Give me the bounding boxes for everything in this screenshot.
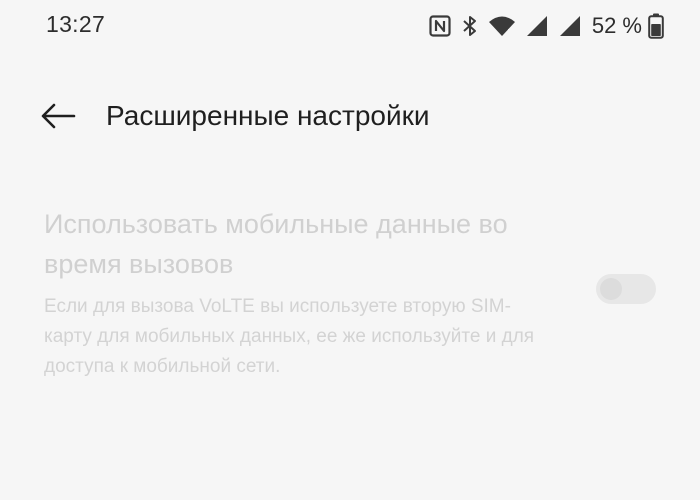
setting-description: Если для вызова VoLTE вы используете вто…: [44, 296, 535, 377]
nfc-icon: [428, 14, 452, 38]
toggle-knob: [600, 278, 622, 300]
battery-icon: [648, 13, 664, 39]
wifi-icon: [488, 15, 516, 37]
status-time: 13:27: [46, 11, 106, 37]
cell-signal-icon: [558, 14, 582, 38]
status-icons: 52 %: [419, 10, 664, 42]
bluetooth-icon: [461, 14, 479, 38]
cell-signal-icon: [525, 14, 549, 38]
mobile-data-during-calls-toggle[interactable]: [596, 274, 656, 304]
battery-percent: 52 %: [591, 13, 642, 38]
setting-title: Использовать мобильные данные во время в…: [44, 209, 508, 279]
back-button[interactable]: [36, 96, 80, 136]
page-title: Расширенные настройки: [106, 100, 430, 131]
setting-mobile-data-during-calls[interactable]: Использовать мобильные данные во время в…: [44, 204, 664, 382]
arrow-left-icon: [41, 103, 76, 129]
screen: 13:27 52 % Расширенные настройки Использ…: [0, 0, 700, 500]
app-bar: Расширенные настройки: [0, 86, 700, 146]
status-bar: 13:27 52 %: [0, 0, 700, 54]
